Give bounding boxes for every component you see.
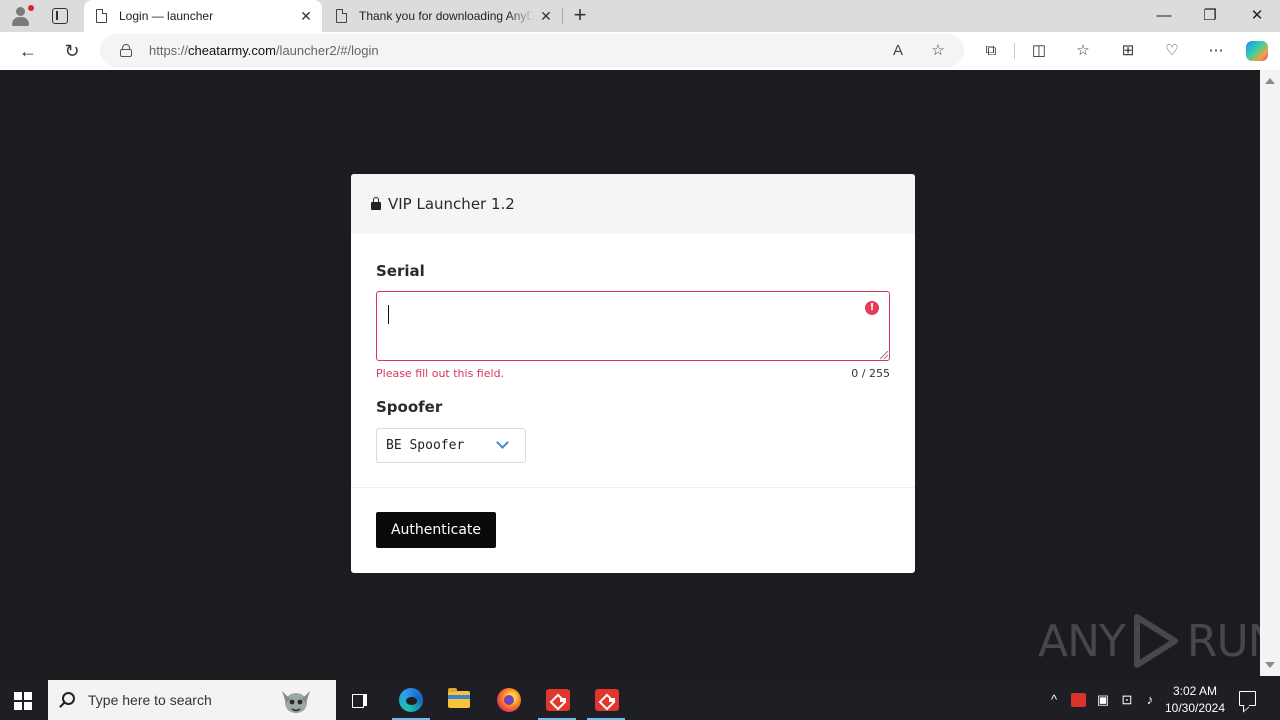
resize-handle-icon[interactable] bbox=[880, 351, 888, 359]
copilot-icon[interactable] bbox=[1246, 41, 1268, 61]
anydesk-icon bbox=[595, 689, 619, 711]
scroll-up-icon[interactable] bbox=[1265, 78, 1275, 84]
anydesk-icon bbox=[546, 689, 570, 711]
serial-label: Serial bbox=[376, 262, 425, 280]
url-text[interactable]: https://cheatarmy.com/launcher2/#/login bbox=[149, 43, 379, 58]
lock-icon[interactable] bbox=[120, 44, 132, 57]
card-title: VIP Launcher 1.2 bbox=[388, 195, 515, 213]
scroll-down-icon[interactable] bbox=[1265, 662, 1275, 668]
anyrun-watermark: ANY RUN bbox=[1038, 610, 1260, 672]
file-explorer-icon bbox=[448, 688, 470, 708]
favorite-star-icon[interactable]: ☆ bbox=[928, 41, 948, 61]
profile-icon[interactable] bbox=[8, 5, 34, 27]
task-view-icon bbox=[352, 692, 368, 708]
browser-essentials-icon[interactable]: ♡ bbox=[1162, 41, 1182, 61]
search-highlight-icon bbox=[282, 691, 310, 713]
text-caret bbox=[388, 305, 389, 324]
clock-time: 3:02 AM bbox=[1172, 684, 1218, 698]
taskbar-clock[interactable]: 3:02 AM 10/30/2024 bbox=[1160, 683, 1230, 717]
card-divider bbox=[351, 487, 915, 488]
card-header: VIP Launcher 1.2 bbox=[351, 174, 915, 234]
tab-actions-icon[interactable] bbox=[52, 8, 68, 24]
page-icon bbox=[96, 9, 107, 23]
tab-login-launcher[interactable]: Login — launcher ✕ bbox=[84, 0, 322, 32]
restore-button[interactable]: ❐ bbox=[1198, 4, 1222, 28]
close-tab-icon[interactable]: ✕ bbox=[298, 8, 314, 24]
clock-date: 10/30/2024 bbox=[1164, 701, 1226, 715]
collections-icon[interactable]: ⊞ bbox=[1118, 41, 1138, 61]
start-button[interactable] bbox=[14, 692, 32, 710]
play-icon bbox=[1133, 614, 1178, 668]
page-icon bbox=[336, 9, 347, 23]
taskbar-search[interactable]: Type here to search bbox=[48, 680, 336, 720]
read-aloud-icon[interactable]: A bbox=[888, 41, 908, 61]
toolbar-separator bbox=[1014, 43, 1015, 59]
tab-anydesk-download[interactable]: Thank you for downloading AnyDesk ✕ bbox=[324, 0, 562, 32]
split-screen-icon[interactable]: ◫ bbox=[1029, 41, 1049, 61]
minimize-button[interactable]: — bbox=[1152, 4, 1176, 28]
tab-separator bbox=[562, 8, 563, 24]
spoofer-selected-value: BE Spoofer bbox=[386, 438, 465, 453]
serial-char-counter: 0 / 255 bbox=[851, 367, 890, 380]
chevron-down-icon bbox=[496, 436, 509, 449]
firefox-taskbar-button[interactable] bbox=[485, 680, 531, 720]
page-scrollbar[interactable] bbox=[1260, 70, 1280, 676]
file-explorer-taskbar-button[interactable] bbox=[436, 680, 482, 720]
search-placeholder: Type here to search bbox=[88, 692, 212, 708]
windows-taskbar: Type here to search ^ ▣ ⊡ ♪ 3:02 AM 10/3… bbox=[0, 680, 1280, 720]
close-tab-icon[interactable]: ✕ bbox=[538, 8, 554, 24]
spoofer-label: Spoofer bbox=[376, 398, 443, 416]
page-viewport: VIP Launcher 1.2 Serial ! Please fill ou… bbox=[4, 70, 1260, 676]
more-icon[interactable]: ⋯ bbox=[1206, 41, 1226, 61]
browser-toolbar: ← ↻ https://cheatarmy.com/launcher2/#/lo… bbox=[0, 32, 1280, 70]
edge-icon bbox=[399, 688, 423, 712]
new-tab-button[interactable]: + bbox=[569, 4, 591, 27]
task-view-button[interactable] bbox=[337, 680, 383, 720]
back-button[interactable]: ← bbox=[16, 39, 40, 63]
volume-icon[interactable]: ♪ bbox=[1142, 692, 1158, 708]
edge-taskbar-button[interactable] bbox=[388, 680, 434, 720]
tab-title: Thank you for downloading AnyDesk bbox=[359, 9, 534, 23]
search-icon bbox=[62, 692, 75, 705]
address-bar[interactable]: https://cheatarmy.com/launcher2/#/login … bbox=[100, 34, 964, 67]
network-icon[interactable]: ⊡ bbox=[1119, 692, 1135, 708]
serial-error-message: Please fill out this field. bbox=[376, 367, 505, 380]
notification-icon[interactable] bbox=[1239, 691, 1256, 706]
refresh-button[interactable]: ↻ bbox=[60, 39, 84, 63]
favorites-icon[interactable]: ☆ bbox=[1073, 41, 1093, 61]
browser-tab-strip: Login — launcher ✕ Thank you for downloa… bbox=[0, 0, 1280, 32]
tab-title: Login — launcher bbox=[119, 9, 214, 23]
extensions-icon[interactable]: ⧉ bbox=[981, 41, 1001, 61]
show-hidden-icons-icon[interactable]: ^ bbox=[1046, 692, 1062, 708]
error-icon: ! bbox=[865, 301, 879, 315]
authenticate-button[interactable]: Authenticate bbox=[376, 512, 496, 548]
lock-icon bbox=[371, 197, 381, 210]
spoofer-select[interactable]: BE Spoofer bbox=[376, 428, 526, 463]
device-icon[interactable]: ▣ bbox=[1095, 692, 1111, 708]
login-card: VIP Launcher 1.2 Serial ! Please fill ou… bbox=[351, 174, 915, 573]
serial-textarea[interactable]: ! bbox=[376, 291, 890, 361]
firefox-icon bbox=[497, 688, 521, 712]
close-window-button[interactable]: ✕ bbox=[1245, 4, 1269, 28]
anydesk-tray-icon[interactable] bbox=[1071, 693, 1086, 707]
anydesk-taskbar-button[interactable] bbox=[534, 680, 580, 720]
anydesk-taskbar-button-2[interactable] bbox=[583, 680, 629, 720]
